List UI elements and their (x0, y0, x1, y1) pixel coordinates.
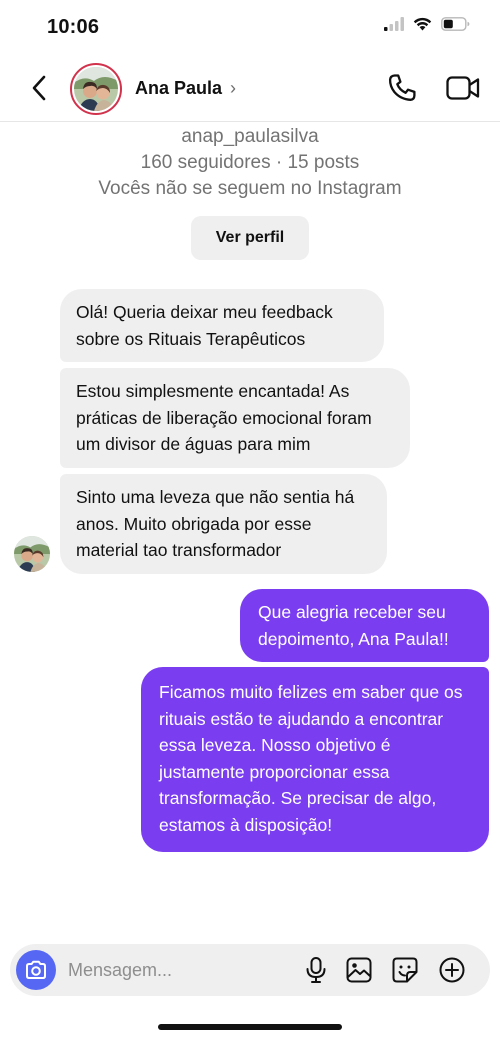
back-button[interactable] (26, 73, 52, 103)
sticker-icon (392, 957, 418, 983)
video-icon (446, 76, 480, 100)
message-bubble-incoming[interactable]: Estou simplesmente encantada! As prática… (60, 368, 410, 468)
view-profile-button[interactable]: Ver perfil (191, 216, 309, 260)
contact-name-label: Ana Paula (135, 78, 223, 98)
battery-icon (441, 17, 470, 31)
profile-username: anap_paulasilva (181, 126, 319, 147)
phone-icon (388, 74, 416, 101)
contact-name[interactable]: Ana Paula › (135, 78, 236, 99)
gallery-icon (346, 957, 372, 983)
follow-status: Vocês não se seguem no Instagram (98, 178, 402, 199)
video-call-button[interactable] (445, 72, 481, 104)
gallery-button[interactable] (345, 956, 373, 984)
signal-icon (384, 17, 404, 31)
sender-avatar[interactable] (14, 536, 50, 572)
message-composer (10, 944, 490, 996)
camera-icon (26, 960, 46, 979)
status-bar: 10:06 (0, 0, 500, 54)
microphone-icon (306, 957, 326, 983)
message-input[interactable] (68, 958, 268, 982)
message-bubble-outgoing[interactable]: Que alegria receber seu depoimento, Ana … (240, 589, 489, 662)
message-bubble-outgoing[interactable]: Ficamos muito felizes em saber que os ri… (141, 667, 489, 852)
avatar-photo (74, 67, 118, 111)
wifi-icon (413, 17, 432, 31)
profile-stats: 160 seguidores · 15 posts (140, 152, 360, 173)
home-indicator[interactable] (158, 1024, 342, 1030)
camera-button[interactable] (16, 950, 56, 990)
sticker-button[interactable] (391, 956, 419, 984)
voice-call-button[interactable] (386, 72, 418, 104)
message-bubble-incoming[interactable]: Sinto uma leveza que não sentia há anos.… (60, 474, 387, 574)
status-time: 10:06 (47, 16, 100, 38)
chat-header: Ana Paula › (0, 56, 500, 122)
message-bubble-incoming[interactable]: Olá! Queria deixar meu feedback sobre os… (60, 289, 384, 362)
header-avatar[interactable] (70, 63, 122, 115)
more-options-button[interactable] (438, 956, 466, 984)
voice-message-button[interactable] (302, 956, 330, 984)
chevron-right-icon: › (230, 78, 237, 98)
profile-info: anap_paulasilva 160 seguidores · 15 post… (0, 124, 500, 202)
chevron-left-icon (32, 75, 46, 101)
plus-circle-icon (439, 957, 465, 983)
status-icons (384, 17, 470, 31)
